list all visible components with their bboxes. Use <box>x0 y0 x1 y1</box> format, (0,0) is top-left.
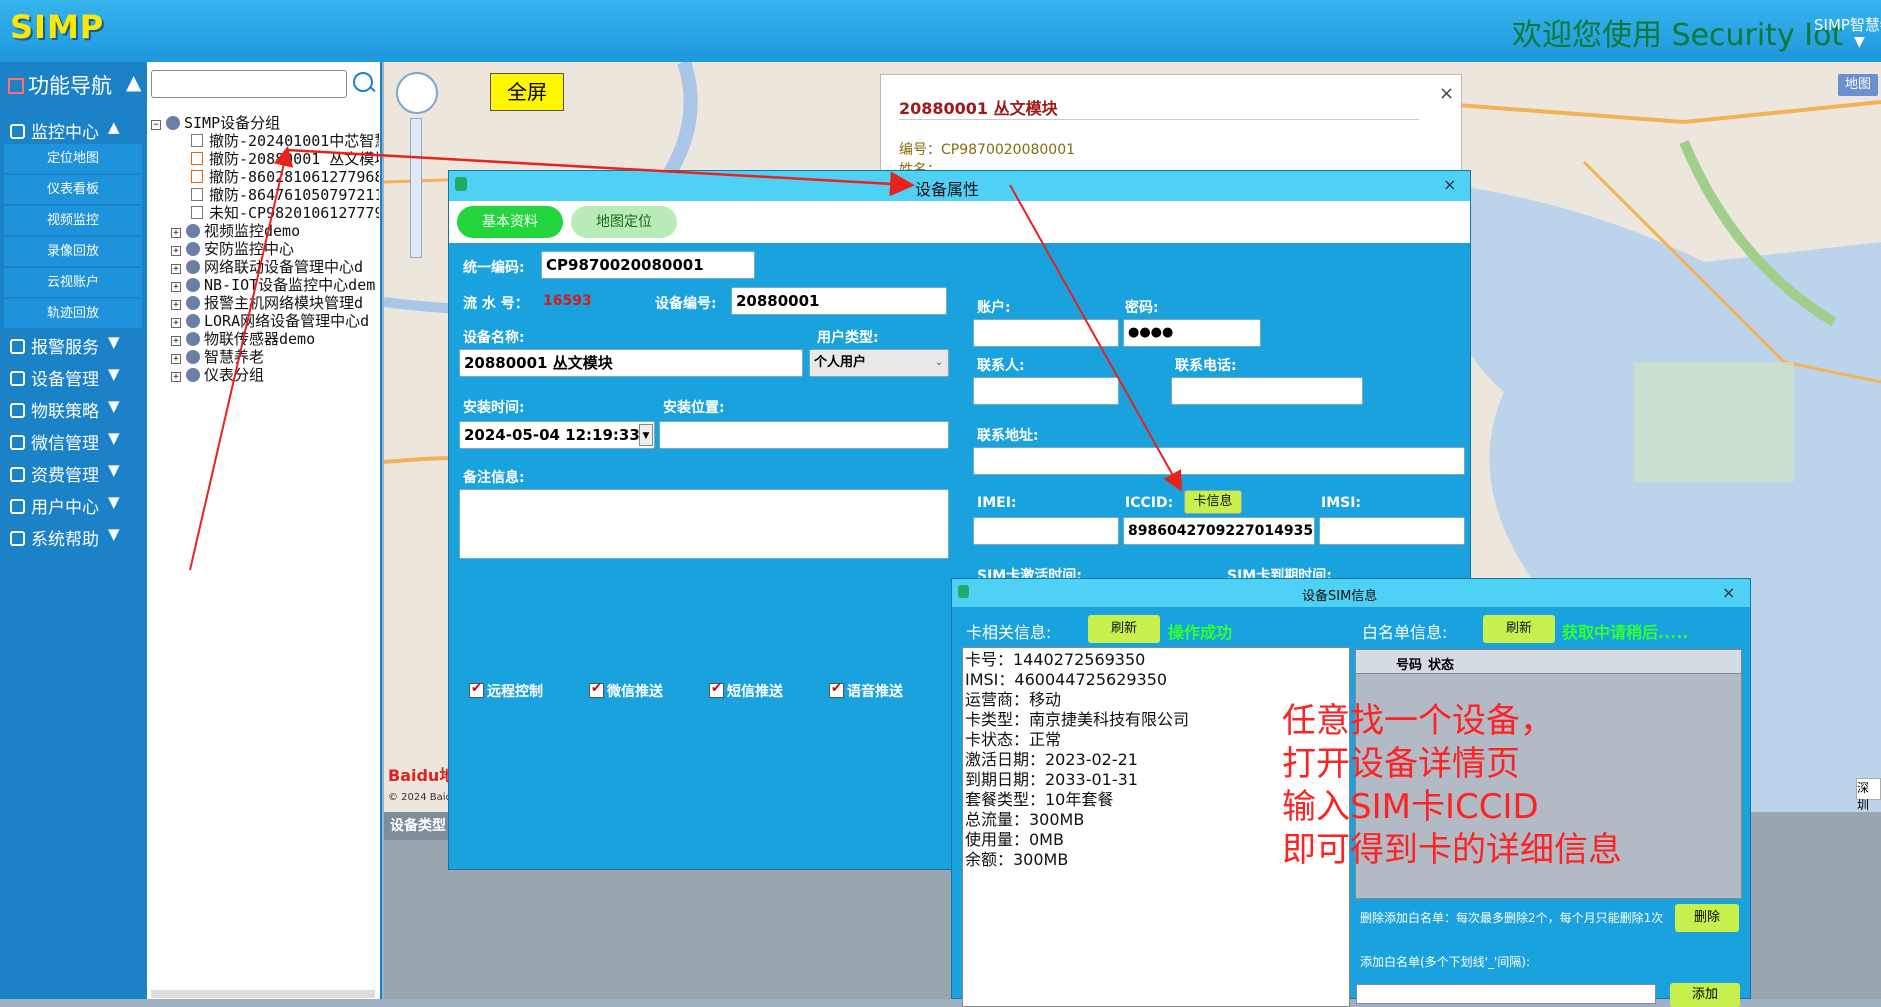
arrow-to-dialog <box>286 148 915 197</box>
arrow-to-device <box>189 146 294 571</box>
annotation-arrows <box>189 146 1182 571</box>
arrow-to-card-info <box>1009 184 1182 492</box>
